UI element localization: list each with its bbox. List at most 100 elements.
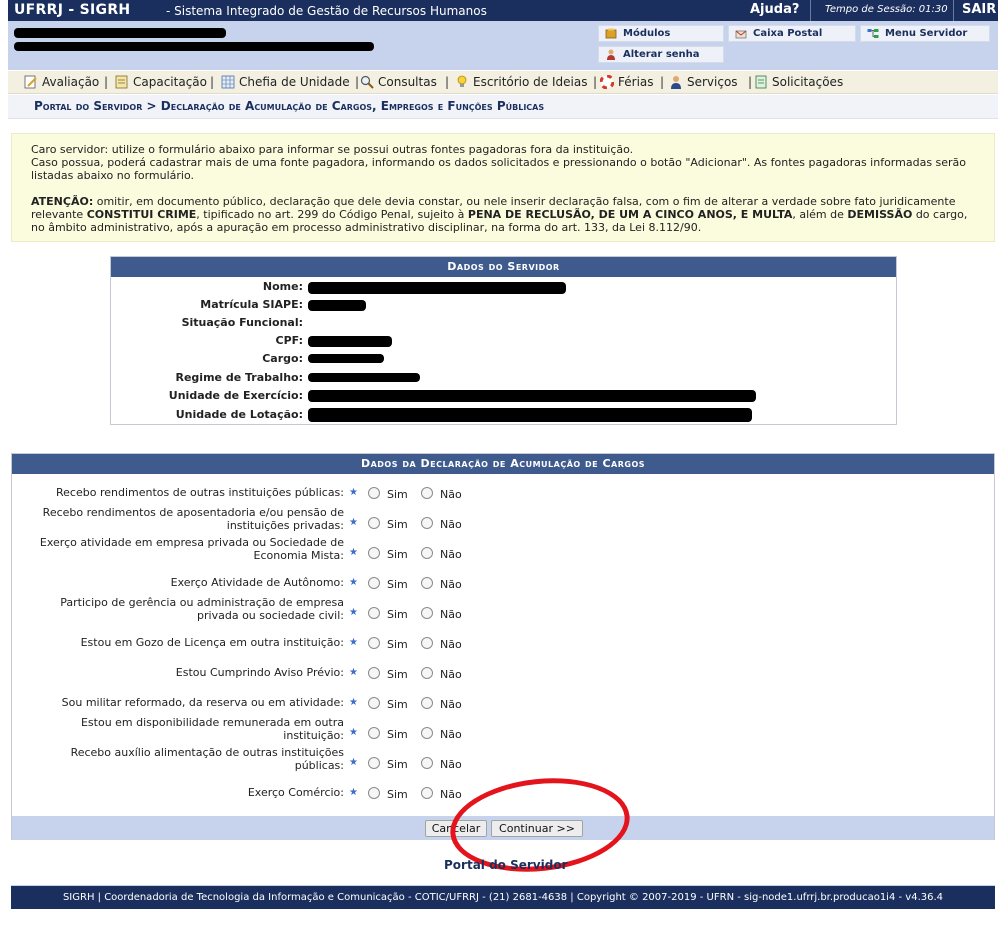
yes-radio[interactable] — [368, 607, 380, 619]
crime-warning: CONSTITUI CRIME — [86, 208, 197, 221]
menu-item-vacation[interactable]: Férias — [600, 75, 654, 90]
question-label-line: Estou Cumprindo Aviso Prévio: — [175, 666, 344, 679]
question-row: Estou em Gozo de Licença em outra instit… — [12, 626, 996, 656]
question-label: Participo de gerência ou administração d… — [24, 596, 344, 622]
yes-label: Sim — [387, 608, 408, 621]
question-label: Exerço Comércio: — [24, 786, 344, 799]
yes-label: Sim — [387, 758, 408, 771]
no-radio[interactable] — [421, 637, 433, 649]
menu-label: Solicitações — [772, 75, 844, 89]
exercise-unit-label: Unidade de Exercício: — [168, 389, 303, 402]
divider — [810, 0, 811, 21]
no-label: Não — [440, 488, 462, 501]
question-row: Recebo rendimentos de aposentadoria e/ou… — [12, 506, 996, 536]
menu-label: Serviços — [687, 75, 738, 89]
server-menu-button[interactable]: Menu Servidor — [860, 25, 990, 42]
yes-label: Sim — [387, 578, 408, 591]
servant-data-panel: Dados do Servidor Nome: Matrícula SIAPE:… — [110, 256, 897, 425]
no-label: Não — [440, 758, 462, 771]
change-password-icon — [607, 49, 615, 60]
yes-radio[interactable] — [368, 757, 380, 769]
no-radio[interactable] — [421, 577, 433, 589]
no-radio[interactable] — [421, 727, 433, 739]
menu-separator: | — [445, 75, 450, 89]
menu-item-ideas-office[interactable]: Escritório de Ideias — [455, 75, 587, 90]
servant-data-caption: Dados do Servidor — [111, 257, 896, 277]
yes-radio[interactable] — [368, 517, 380, 529]
yes-radio[interactable] — [368, 577, 380, 589]
yes-radio[interactable] — [368, 547, 380, 559]
redacted-siape — [308, 300, 366, 311]
change-password-label: Alterar senha — [623, 49, 700, 60]
redacted-user-unit — [14, 42, 374, 51]
no-radio[interactable] — [421, 757, 433, 769]
question-label: Estou em Gozo de Licença em outra instit… — [24, 636, 344, 649]
question-label-line: Estou em disponibilidade remunerada em o… — [80, 716, 344, 729]
menu-item-queries[interactable]: Consultas — [360, 75, 437, 90]
no-radio[interactable] — [421, 547, 433, 559]
menu-item-services[interactable]: Serviços — [669, 75, 738, 90]
menu-separator: | — [210, 75, 215, 89]
penalty-warning: PENA DE RECLUSÃO, DE UM A CINCO ANOS, E … — [467, 208, 793, 221]
footer: SIGRH | Coordenadoria de Tecnologia da I… — [11, 885, 995, 909]
menu-item-requests[interactable]: Solicitações — [754, 75, 843, 90]
question-label-line: instituições privadas: — [226, 519, 344, 532]
redacted-position — [308, 354, 384, 363]
no-radio[interactable] — [421, 517, 433, 529]
redacted-exercise-unit — [308, 390, 756, 402]
menu-label: Avaliação — [42, 75, 100, 89]
cancel-button[interactable]: Cancelar — [425, 820, 487, 837]
logout-link[interactable]: SAIR — [962, 2, 996, 17]
no-radio[interactable] — [421, 487, 433, 499]
menu-label: Férias — [618, 75, 654, 89]
help-link[interactable]: Ajuda? — [750, 2, 799, 17]
yes-label: Sim — [387, 548, 408, 561]
session-timer: Tempo de Sessão: 01:30 — [825, 4, 948, 15]
no-radio[interactable] — [421, 607, 433, 619]
menu-separator: | — [660, 75, 665, 89]
breadcrumb: Portal do Servidor > Declaração de Acumu… — [8, 95, 998, 119]
system-description: - Sistema Integrado de Gestão de Recurso… — [166, 4, 487, 18]
yes-label: Sim — [387, 698, 408, 711]
mailbox-button[interactable]: Caixa Postal — [728, 25, 856, 42]
no-radio[interactable] — [421, 787, 433, 799]
question-label-line: privada ou sociedade civil: — [197, 609, 344, 622]
no-label: Não — [440, 668, 462, 681]
menu-item-evaluation[interactable]: Avaliação — [24, 75, 99, 90]
no-label: Não — [440, 578, 462, 591]
menu-label: Capacitação — [133, 75, 207, 89]
menu-label: Consultas — [378, 75, 437, 89]
yes-radio[interactable] — [368, 787, 380, 799]
menu-item-unit-head[interactable]: Chefia de Unidade — [221, 75, 350, 90]
question-label-line: públicas: — [294, 759, 344, 772]
question-label: Exerço atividade em empresa privada ou S… — [24, 536, 344, 562]
change-password-button[interactable]: Alterar senha — [598, 46, 724, 63]
unit-head-icon — [221, 75, 235, 89]
yes-label: Sim — [387, 668, 408, 681]
yes-radio[interactable] — [368, 697, 380, 709]
question-label-line: Recebo auxílio alimentação de outras ins… — [70, 746, 344, 759]
menu-label: Chefia de Unidade — [239, 75, 350, 89]
menu-separator: | — [355, 75, 360, 89]
yes-radio[interactable] — [368, 487, 380, 499]
yes-radio[interactable] — [368, 727, 380, 739]
no-label: Não — [440, 548, 462, 561]
no-radio[interactable] — [421, 697, 433, 709]
required-star-icon: ★ — [349, 697, 358, 708]
attention-label: ATENÇÃO: — [31, 195, 94, 208]
menu-item-training[interactable]: Capacitação — [115, 75, 207, 90]
yes-radio[interactable] — [368, 667, 380, 679]
system-name[interactable]: UFRRJ - SIGRH — [14, 2, 130, 18]
continue-button[interactable]: Continuar >> — [491, 820, 583, 837]
yes-radio[interactable] — [368, 637, 380, 649]
redacted-allocation-unit — [308, 408, 752, 422]
redacted-work-regime — [308, 373, 420, 382]
no-radio[interactable] — [421, 667, 433, 679]
portal-link[interactable]: Portal do Servidor — [444, 858, 567, 872]
menu-separator: | — [748, 75, 753, 89]
modules-button[interactable]: Módulos — [598, 25, 724, 42]
no-label: Não — [440, 788, 462, 801]
no-label: Não — [440, 638, 462, 651]
attention-text: ATENÇÃO: omitir, em documento público, d… — [31, 195, 975, 234]
attention-part: , tipificado no art. 299 do Código Penal… — [196, 208, 465, 221]
